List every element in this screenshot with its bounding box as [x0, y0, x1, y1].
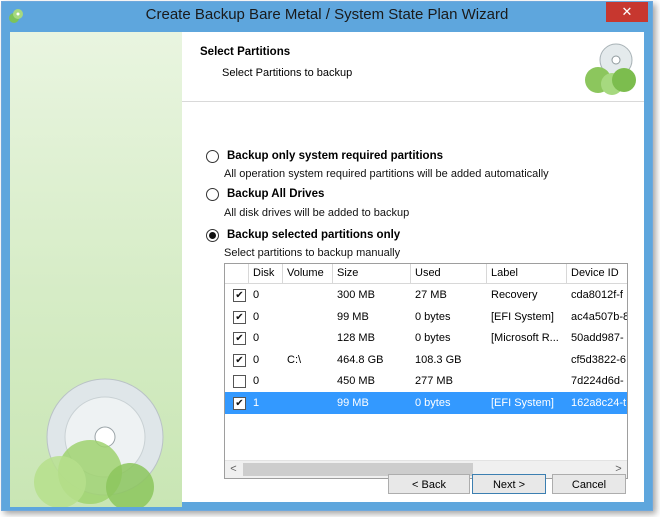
- cell-device: 162a8c24-t: [571, 396, 627, 409]
- option-label: Backup only system required partitions: [227, 150, 444, 162]
- table-row[interactable]: ✔ 1 99 MB 0 bytes [EFI System] 162a8c24-t: [225, 391, 627, 414]
- cell-size: 464.8 GB: [337, 353, 384, 366]
- cell-label: [487, 349, 567, 371]
- cell-volume: [283, 327, 333, 349]
- cell-disk: 0: [253, 353, 260, 366]
- cell-volume: [283, 284, 333, 306]
- table-row[interactable]: 0 450 MB 277 MB 7d224d6d-: [225, 370, 627, 392]
- page-title: Select Partitions: [200, 46, 291, 58]
- wizard-window: Create Backup Bare Metal / System State …: [1, 1, 653, 511]
- window-title: Create Backup Bare Metal / System State …: [145, 6, 509, 23]
- cell-disk: 0: [253, 310, 260, 323]
- cell-label: [Microsoft R...: [491, 332, 559, 344]
- cell-volume: [283, 306, 333, 328]
- row-checkbox[interactable]: ✔: [233, 332, 246, 345]
- disc-illustration: [34, 378, 164, 507]
- option-description: Select partitions to backup manually: [224, 247, 401, 259]
- radio-selected-partitions[interactable]: [206, 228, 219, 242]
- cell-size: 99 MB: [337, 396, 369, 409]
- cell-device: cf5d3822-6: [571, 353, 627, 366]
- cell-used: 277 MB: [415, 375, 453, 387]
- row-checkbox[interactable]: ✔: [233, 353, 246, 367]
- cell-disk: 0: [253, 375, 260, 387]
- cell-used: 108.3 GB: [415, 353, 462, 366]
- close-icon: ✕: [621, 4, 633, 19]
- backup-logo-icon: [585, 43, 636, 95]
- option-description: All disk drives will be added to backup: [224, 207, 410, 219]
- row-checkbox[interactable]: ✔: [233, 396, 246, 410]
- cell-disk: 1: [253, 396, 260, 409]
- column-volume[interactable]: Volume: [283, 264, 333, 283]
- side-banner: [10, 32, 182, 507]
- cell-label: [487, 370, 567, 392]
- option-label: Backup All Drives: [227, 188, 325, 200]
- cell-size: 450 MB: [337, 375, 375, 387]
- table-row[interactable]: ✔ 0 99 MB 0 bytes [EFI System] ac4a507b-8: [225, 306, 627, 328]
- cell-used: 0 bytes: [415, 332, 451, 344]
- cell-used: 27 MB: [415, 289, 447, 301]
- column-used[interactable]: Used: [411, 264, 487, 283]
- table-row[interactable]: ✔ 0 128 MB 0 bytes [Microsoft R... 50add987-: [225, 327, 627, 349]
- option-label: Backup selected partitions only: [227, 229, 401, 241]
- cell-label: [EFI System]: [491, 310, 554, 323]
- cell-size: 128 MB: [337, 332, 375, 344]
- column-device-id[interactable]: Device ID: [567, 264, 627, 283]
- row-checkbox[interactable]: [233, 375, 246, 388]
- cell-device: cda8012f-f: [571, 289, 623, 301]
- wizard-header: Select Partitions Select Partitions to b…: [182, 32, 644, 102]
- column-disk[interactable]: Disk: [249, 264, 283, 283]
- back-button[interactable]: < Back: [388, 474, 470, 494]
- row-checkbox[interactable]: ✔: [233, 289, 246, 302]
- column-label[interactable]: Label: [487, 264, 567, 283]
- partitions-table[interactable]: Disk Volume Size Used Label Device ID ✔ 0…: [224, 263, 628, 479]
- page-subtitle: Select Partitions to backup: [222, 67, 353, 79]
- option-system-partitions[interactable]: Backup only system required partitions: [206, 148, 443, 164]
- next-button[interactable]: Next >: [472, 474, 546, 494]
- wizard-body: Select Partitions Select Partitions to b…: [10, 32, 644, 507]
- wizard-content: Backup only system required partitions A…: [182, 102, 644, 502]
- column-size[interactable]: Size: [333, 264, 411, 283]
- column-checkbox[interactable]: [225, 264, 249, 283]
- cell-disk: 0: [253, 332, 260, 344]
- cell-device: 50add987-: [571, 332, 624, 344]
- cell-volume: C:\: [287, 353, 302, 366]
- cell-volume: [283, 392, 333, 414]
- table-header: Disk Volume Size Used Label Device ID: [225, 264, 627, 284]
- cell-size: 99 MB: [337, 310, 369, 323]
- cell-size: 300 MB: [337, 289, 375, 301]
- scroll-left-icon[interactable]: <: [225, 461, 242, 478]
- cell-used: 0 bytes: [415, 396, 451, 409]
- title-bar[interactable]: Create Backup Bare Metal / System State …: [2, 2, 652, 31]
- cell-disk: 0: [253, 289, 260, 301]
- close-button[interactable]: ✕: [606, 2, 648, 22]
- table-row[interactable]: ✔ 0 C:\ 464.8 GB 108.3 GB cf5d3822-6: [225, 349, 627, 371]
- radio-system-partitions[interactable]: [206, 149, 219, 163]
- cell-label: Recovery: [491, 289, 538, 301]
- cell-device: ac4a507b-8: [571, 310, 627, 323]
- table-row[interactable]: ✔ 0 300 MB 27 MB Recovery cda8012f-f: [225, 284, 627, 306]
- row-checkbox[interactable]: ✔: [233, 310, 246, 324]
- option-description: All operation system required partitions…: [224, 168, 549, 180]
- radio-all-drives[interactable]: [206, 187, 219, 201]
- option-all-drives[interactable]: Backup All Drives: [206, 186, 324, 202]
- cell-volume: [283, 370, 333, 392]
- option-selected-partitions[interactable]: Backup selected partitions only: [206, 227, 400, 243]
- cell-device: 7d224d6d-: [571, 375, 624, 387]
- cell-used: 0 bytes: [415, 310, 451, 323]
- cell-label: [EFI System]: [491, 396, 554, 409]
- cancel-button[interactable]: Cancel: [552, 474, 626, 494]
